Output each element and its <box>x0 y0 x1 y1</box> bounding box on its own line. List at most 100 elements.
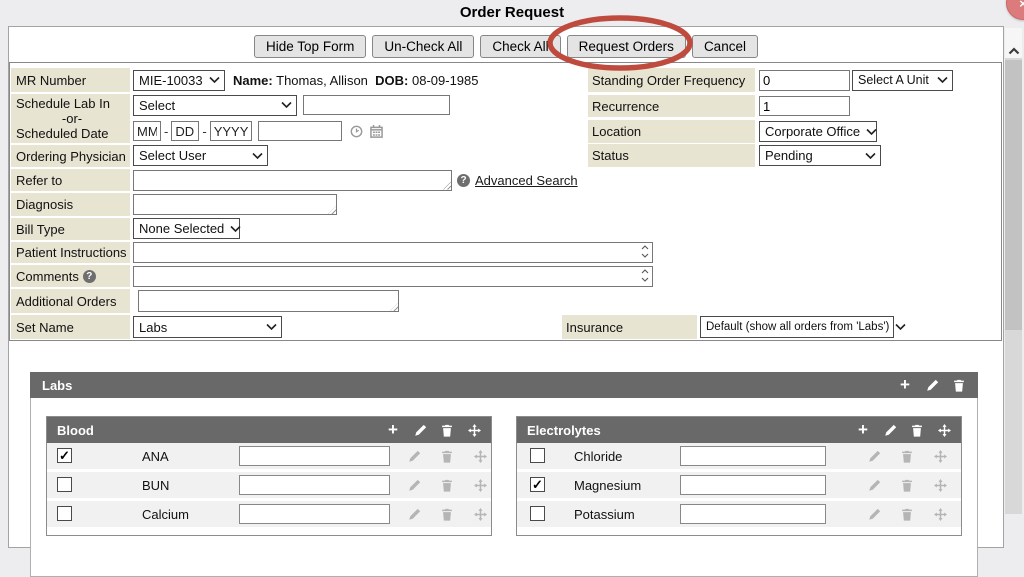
month-input[interactable] <box>133 121 161 141</box>
diagnosis-input[interactable] <box>133 194 337 215</box>
lab-item-row-chloride: ✓ Chloride <box>517 443 961 469</box>
chevron-down-icon <box>937 77 948 83</box>
lab-item-input[interactable] <box>239 446 390 466</box>
delete-icon[interactable] <box>910 423 924 437</box>
refer-to-help-icon[interactable]: ? <box>457 174 470 187</box>
add-icon[interactable]: + <box>856 422 870 436</box>
delete-icon[interactable] <box>440 423 454 437</box>
scheduled-date-row: - - <box>133 120 383 142</box>
edit-icon[interactable] <box>407 507 421 521</box>
location-select[interactable]: Corporate Office <box>759 121 877 142</box>
location-label: Location <box>588 120 755 143</box>
edit-icon[interactable] <box>867 449 881 463</box>
lab-item-checkbox[interactable]: ✓ <box>57 477 72 492</box>
lab-item-checkbox[interactable]: ✓ <box>57 448 72 463</box>
set-name-value: Labs <box>139 320 167 335</box>
standing-order-frequency-input[interactable] <box>759 70 850 91</box>
lab-item-input[interactable] <box>239 504 390 524</box>
standing-order-frequency-row: Standing Order Frequency Select A Unit <box>588 68 953 92</box>
year-input[interactable] <box>210 121 252 141</box>
scrollbar-up-button[interactable] <box>1005 28 1022 58</box>
edit-icon[interactable] <box>407 478 421 492</box>
clock-icon[interactable] <box>350 125 363 138</box>
status-value: Pending <box>765 148 813 163</box>
delete-icon[interactable] <box>440 507 454 521</box>
schedule-lab-in-input[interactable] <box>303 95 450 115</box>
move-icon[interactable] <box>933 449 947 463</box>
lab-item-input[interactable] <box>680 446 826 466</box>
move-icon[interactable] <box>933 478 947 492</box>
move-icon[interactable] <box>473 449 487 463</box>
scroll-arrows-icon[interactable] <box>641 269 649 282</box>
additional-orders-input[interactable] <box>138 290 399 312</box>
bill-type-select[interactable]: None Selected <box>133 218 240 239</box>
request-orders-button[interactable]: Request Orders <box>567 35 686 58</box>
edit-icon[interactable] <box>407 449 421 463</box>
lab-category-panel-electrolytes: Electrolytes + ✓ Chloride <box>516 416 962 536</box>
uncheck-all-button[interactable]: Un-Check All <box>372 35 474 58</box>
lab-item-checkbox[interactable]: ✓ <box>530 448 545 463</box>
edit-icon[interactable] <box>883 423 897 437</box>
scrollbar-thumb[interactable] <box>1005 60 1022 330</box>
ordering-physician-select[interactable]: Select User <box>133 145 268 166</box>
delete-icon[interactable] <box>900 449 914 463</box>
lab-item-input[interactable] <box>680 504 826 524</box>
recurrence-row: Recurrence <box>588 95 850 117</box>
date-separator: - <box>202 124 206 139</box>
delete-icon[interactable] <box>952 378 966 392</box>
recurrence-label: Recurrence <box>588 95 755 117</box>
comments-textarea[interactable] <box>133 266 653 287</box>
hide-top-form-button[interactable]: Hide Top Form <box>254 35 366 58</box>
additional-orders-label: Additional Orders <box>11 289 130 313</box>
lab-item-input[interactable] <box>239 475 390 495</box>
refer-to-label: Refer to <box>11 169 130 191</box>
status-row: Status Pending <box>588 144 881 167</box>
set-name-label: Set Name <box>11 315 130 339</box>
advanced-search-link[interactable]: Advanced Search <box>475 173 578 188</box>
edit-icon[interactable] <box>413 423 427 437</box>
lab-item-label: Magnesium <box>574 478 641 493</box>
time-input[interactable] <box>258 121 342 141</box>
lab-item-checkbox[interactable]: ✓ <box>530 477 545 492</box>
delete-icon[interactable] <box>900 507 914 521</box>
set-name-select[interactable]: Labs <box>133 316 282 338</box>
order-form: MR Number Schedule Lab In -or- Scheduled… <box>9 62 1002 341</box>
edit-icon[interactable] <box>925 378 939 392</box>
lab-item-row-ana: ✓ ANA <box>47 443 491 469</box>
day-input[interactable] <box>171 121 199 141</box>
edit-icon[interactable] <box>867 478 881 492</box>
move-icon[interactable] <box>473 507 487 521</box>
comments-help-icon[interactable]: ? <box>83 270 96 283</box>
edit-icon[interactable] <box>867 507 881 521</box>
schedule-lab-in-select[interactable]: Select <box>133 95 297 116</box>
add-icon[interactable]: + <box>898 377 912 391</box>
insurance-select[interactable]: Default (show all orders from 'Labs') <box>700 316 894 338</box>
status-select[interactable]: Pending <box>759 145 881 166</box>
patient-instructions-row <box>133 241 653 263</box>
lab-item-row-calcium: ✓ Calcium <box>47 501 491 527</box>
check-all-button[interactable]: Check All <box>480 35 560 58</box>
refer-to-input[interactable] <box>133 170 452 191</box>
move-icon[interactable] <box>467 423 481 437</box>
unit-select[interactable]: Select A Unit <box>852 70 953 91</box>
recurrence-input[interactable] <box>759 96 850 116</box>
move-icon[interactable] <box>933 507 947 521</box>
scroll-arrows-icon[interactable] <box>641 245 649 258</box>
dob-label: DOB: <box>375 73 408 88</box>
delete-icon[interactable] <box>900 478 914 492</box>
cancel-button[interactable]: Cancel <box>692 35 758 58</box>
delete-icon[interactable] <box>440 478 454 492</box>
scrollbar[interactable] <box>1005 28 1022 514</box>
comments-label-text: Comments <box>16 269 79 284</box>
bill-type-row: None Selected <box>133 217 240 240</box>
delete-icon[interactable] <box>440 449 454 463</box>
ordering-physician-label: Ordering Physician <box>11 145 130 167</box>
patient-instructions-textarea[interactable] <box>133 242 653 263</box>
move-icon[interactable] <box>473 478 487 492</box>
mr-number-select[interactable]: MIE-10033 <box>133 70 225 91</box>
move-icon[interactable] <box>937 423 951 437</box>
add-icon[interactable]: + <box>386 422 400 436</box>
lab-item-input[interactable] <box>680 475 826 495</box>
calendar-icon[interactable] <box>370 125 383 138</box>
insurance-label: Insurance <box>562 315 697 339</box>
